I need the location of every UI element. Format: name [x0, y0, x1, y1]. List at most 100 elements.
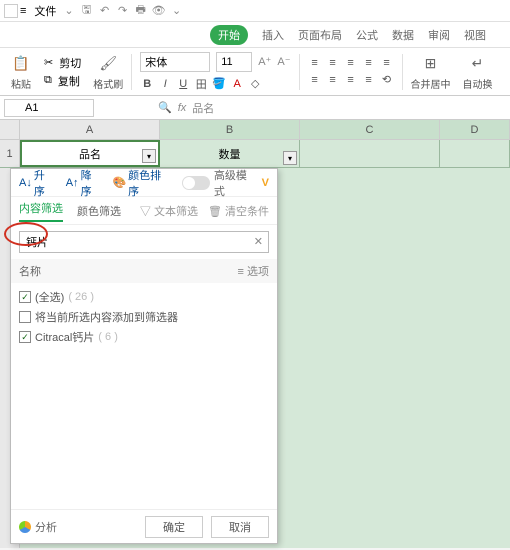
item-label: Citracal钙片	[35, 329, 94, 345]
app-logo	[4, 4, 18, 18]
paste-icon[interactable]: 📋	[10, 52, 32, 74]
sort-asc[interactable]: A↓升序	[19, 167, 56, 199]
text-filter-icon: ▽	[140, 206, 151, 218]
sort-desc-icon: A↑	[66, 177, 79, 189]
pie-icon	[19, 521, 31, 533]
wrap-label: 自动换	[463, 76, 493, 91]
size-select[interactable]: 11	[216, 52, 252, 72]
adv-badge-icon: V	[262, 177, 269, 189]
tab-formula[interactable]: 公式	[356, 27, 378, 43]
sort-asc-icon: A↓	[19, 177, 32, 189]
cell-b1[interactable]: 数量 ▾	[160, 140, 300, 167]
item-count: ( 6 )	[98, 331, 118, 343]
cancel-button[interactable]: 取消	[211, 516, 269, 538]
paste-label: 粘贴	[11, 76, 31, 91]
orient-icon[interactable]: ⟲	[380, 73, 394, 86]
sort-desc[interactable]: A↑降序	[66, 167, 103, 199]
font-grow-icon[interactable]: A⁺	[258, 55, 271, 68]
analysis-link[interactable]: 分析	[19, 519, 57, 535]
checkbox-icon[interactable]: ✓	[19, 331, 31, 343]
fx-search-icon[interactable]: 🔍	[158, 101, 172, 114]
indent-inc-icon[interactable]: ≡	[380, 57, 394, 69]
clear-icon: 🗑	[208, 206, 222, 218]
preview-icon[interactable]: 👁	[152, 4, 166, 18]
align-center-icon[interactable]: ≡	[326, 74, 340, 86]
name-box[interactable]: A1	[4, 99, 94, 117]
align-bot-icon[interactable]: ≡	[344, 57, 358, 69]
align-justify-icon[interactable]: ≡	[362, 74, 376, 86]
sort-color-icon: 🎨	[112, 176, 126, 189]
tab-start[interactable]: 开始	[210, 25, 248, 45]
file-menu[interactable]: 文件	[28, 3, 62, 19]
wrap-icon[interactable]: ↵	[467, 52, 489, 74]
merge-icon[interactable]: ⊞	[420, 52, 442, 74]
redo-icon[interactable]: ↷	[116, 4, 130, 18]
bold-button[interactable]: B	[140, 78, 154, 90]
cell-d1[interactable]	[440, 140, 510, 167]
filter-button-a[interactable]: ▾	[142, 149, 156, 163]
filter-tab-color[interactable]: 颜色筛选	[77, 203, 121, 219]
row-1-header[interactable]: 1	[0, 140, 20, 167]
format-painter-icon[interactable]: 🖌	[97, 52, 119, 74]
more-icon[interactable]: ⌄	[170, 4, 184, 18]
indent-dec-icon[interactable]: ≡	[362, 57, 376, 69]
align-mid-icon[interactable]: ≡	[326, 57, 340, 69]
filter-item[interactable]: ✓ Citracal钙片 ( 6 )	[19, 327, 269, 347]
cell-c1[interactable]	[300, 140, 440, 167]
filter-item[interactable]: ✓ (全选) ( 26 )	[19, 287, 269, 307]
align-left-icon[interactable]: ≡	[308, 74, 322, 86]
copy-icon[interactable]: ⧉	[44, 74, 52, 87]
col-d[interactable]: D	[440, 120, 510, 139]
item-label: 将当前所选内容添加到筛选器	[35, 309, 178, 325]
tab-review[interactable]: 审阅	[428, 27, 450, 43]
tab-view[interactable]: 视图	[464, 27, 486, 43]
italic-button[interactable]: I	[158, 78, 172, 90]
copy-label[interactable]: 复制	[58, 73, 80, 89]
underline-button[interactable]: U	[176, 78, 190, 90]
cell-a1-value: 品名	[79, 146, 101, 162]
checkbox-icon[interactable]: ✓	[19, 291, 31, 303]
list-header-options[interactable]: ≡ 选项	[238, 263, 269, 279]
filter-item-list: ✓ (全选) ( 26 ) 将当前所选内容添加到筛选器 ✓ Citracal钙片…	[11, 283, 277, 509]
menu-dropdown-icon[interactable]: ≡	[20, 5, 26, 17]
filter-tab-text[interactable]: ▽ 文本筛选	[140, 203, 198, 219]
fx-label[interactable]: fx	[178, 102, 187, 114]
tab-data[interactable]: 数据	[392, 27, 414, 43]
font-select[interactable]: 宋体	[140, 52, 210, 72]
item-label: (全选)	[35, 289, 64, 305]
checkbox-icon[interactable]	[19, 311, 31, 323]
file-dropdown-icon[interactable]: ⌄	[64, 4, 73, 17]
filter-item[interactable]: 将当前所选内容添加到筛选器	[19, 307, 269, 327]
adv-toggle[interactable]	[182, 176, 210, 190]
cut-label[interactable]: 剪切	[59, 55, 81, 71]
font-shrink-icon[interactable]: A⁻	[277, 55, 290, 68]
filter-panel: A↓升序 A↑降序 🎨颜色排序 高级模式 V 内容筛选 颜色筛选 ▽ 文本筛选 …	[10, 168, 278, 544]
filter-search-input[interactable]	[19, 231, 269, 253]
fill-color-button[interactable]: 🪣	[212, 77, 226, 90]
filter-clear[interactable]: 🗑 清空条件	[208, 203, 269, 219]
tab-insert[interactable]: 插入	[262, 27, 284, 43]
font-color-button[interactable]: A	[230, 78, 244, 90]
align-right-icon[interactable]: ≡	[344, 74, 358, 86]
ok-button[interactable]: 确定	[145, 516, 203, 538]
undo-icon[interactable]: ↶	[98, 4, 112, 18]
col-a[interactable]: A	[20, 120, 160, 139]
col-b[interactable]: B	[160, 120, 300, 139]
formula-bar[interactable]: 品名	[192, 100, 214, 116]
align-top-icon[interactable]: ≡	[308, 57, 322, 69]
select-all-corner[interactable]	[0, 120, 20, 139]
border-button[interactable]: 田	[194, 76, 208, 92]
cell-b1-value: 数量	[219, 146, 241, 162]
clear-search-icon[interactable]: ✕	[254, 235, 263, 248]
cut-icon[interactable]: ✂	[44, 56, 53, 69]
highlight-button[interactable]: ◇	[248, 77, 262, 90]
col-c[interactable]: C	[300, 120, 440, 139]
cell-a1[interactable]: 品名 ▾	[20, 140, 160, 167]
filter-tab-content[interactable]: 内容筛选	[19, 200, 63, 222]
tab-layout[interactable]: 页面布局	[298, 27, 342, 43]
filter-button-b[interactable]: ▾	[283, 151, 297, 165]
print-icon[interactable]: 🖶	[134, 4, 148, 18]
sort-color[interactable]: 🎨颜色排序	[112, 167, 172, 199]
save-icon[interactable]: 🖫	[80, 4, 94, 18]
adv-label: 高级模式	[214, 167, 258, 199]
